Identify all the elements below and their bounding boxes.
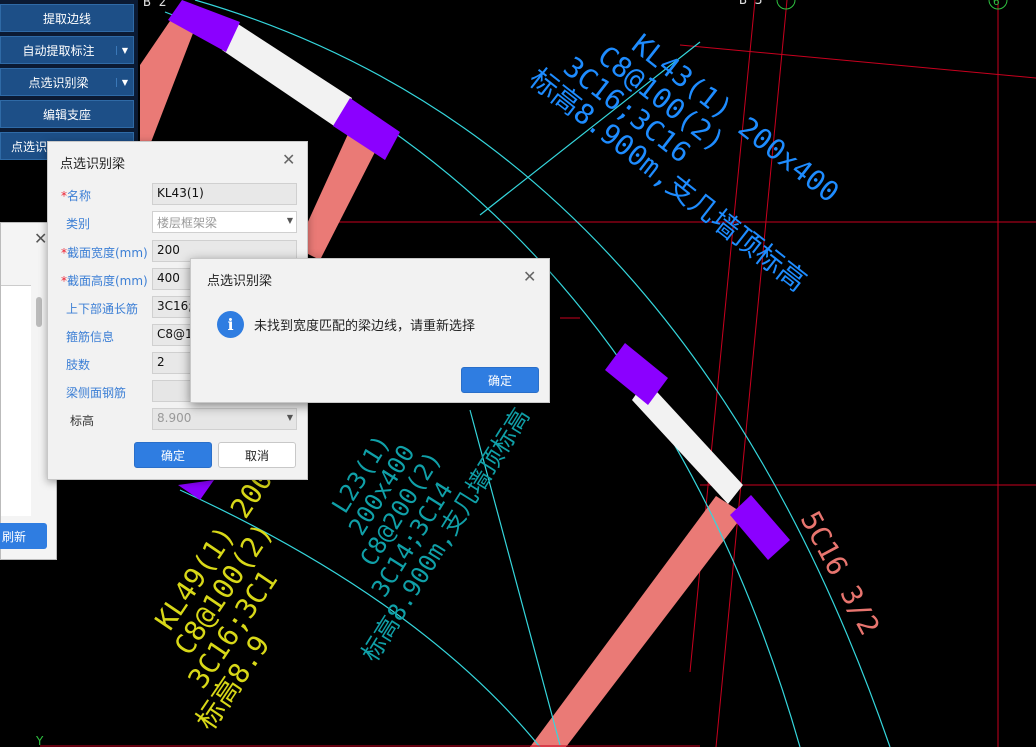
panel-list[interactable] [1,285,31,516]
field-through-rebar-label: 上下部通长筋 [66,302,139,316]
chevron-down-icon[interactable]: ▼ [116,45,133,55]
message-ok-button[interactable]: 确定 [461,367,539,393]
beam-segment-top[interactable] [222,22,352,128]
auto-extract-annotation-label: 自动提取标注 [22,43,95,58]
beam-upper-left[interactable] [140,18,195,150]
support-left-low[interactable] [178,480,214,500]
command-panel: 提取边线 自动提取标注 ▼ 点选识别梁 ▼ 编辑支座 点选识 [0,0,138,160]
message-dialog: 点选识别梁 ✕ i 未找到宽度匹配的梁边线，请重新选择 确定 [190,258,550,403]
pick-identify-beam-label: 点选识别梁 [28,75,89,90]
rebar-label: 5C16 3/2 [794,506,886,641]
close-icon[interactable]: ✕ [34,229,47,248]
annotation-kl49: KL49(1) 200 C8@100(2) 3C16;3C1 标高8.9 [148,464,284,736]
extract-edge-button[interactable]: 提取边线 [0,4,134,32]
field-label-text: 截面宽度(mm) [67,246,148,260]
grid-label-b3: B 3 [739,0,762,8]
field-stirrup-label: 箍筋信息 [66,330,115,344]
edit-support-label: 编辑支座 [42,107,91,122]
field-legs-label: 肢数 [66,358,91,372]
grid-label-6: 6 [993,0,1000,8]
refresh-button[interactable]: 刷新 [0,523,47,549]
name-input[interactable]: KL43(1) [152,183,297,205]
message-text: 未找到宽度匹配的梁边线，请重新选择 [254,319,476,334]
info-icon: i [217,311,244,338]
field-category-label: 类别 [66,217,91,231]
elevation-select[interactable]: 8.900 ▼ [152,408,297,430]
grid-label-b2: B 2 [143,0,166,10]
field-width-label: *截面宽度(mm) [61,244,148,261]
grid-line [679,44,1036,79]
field-name: *名称 KL43(1) [48,183,309,207]
edit-support-button[interactable]: 编辑支座 [0,100,134,128]
chevron-down-icon[interactable]: ▼ [116,77,133,87]
pick-identify-partial-label: 点选识 [11,139,48,154]
dropdown-arrow-icon: ▼ [286,413,293,422]
pick-identify-beam-button[interactable]: 点选识别梁 ▼ [0,68,134,96]
field-label-text: 名称 [67,189,92,203]
axis-y-label: Y [35,734,44,747]
field-category: 类别 楼层框架梁 ▼ [48,211,309,235]
field-elevation: 标高 8.900 ▼ [48,408,309,432]
extract-edge-label: 提取边线 [42,11,91,26]
category-select[interactable]: 楼层框架梁 ▼ [152,211,297,233]
category-value: 楼层框架梁 [157,216,218,230]
close-icon[interactable]: ✕ [523,267,536,286]
dialog-title: 点选识别梁 [60,157,126,172]
auto-extract-annotation-button[interactable]: 自动提取标注 ▼ [0,36,134,64]
dialog-ok-button[interactable]: 确定 [134,442,212,468]
field-side-rebar-label: 梁侧面钢筋 [66,386,127,400]
elevation-value: 8.900 [157,411,192,425]
dropdown-arrow-icon: ▼ [286,216,293,225]
scrollbar[interactable] [36,297,42,327]
beam-lower[interactable] [530,496,744,747]
field-elevation-label: 标高 [70,414,95,428]
field-name-label: *名称 [61,187,91,204]
dialog-cancel-button[interactable]: 取消 [218,442,296,468]
message-title: 点选识别梁 [207,274,273,289]
field-label-text: 截面高度(mm) [67,274,148,288]
field-height-label: *截面高度(mm) [61,272,148,289]
close-icon[interactable]: ✕ [282,150,295,169]
